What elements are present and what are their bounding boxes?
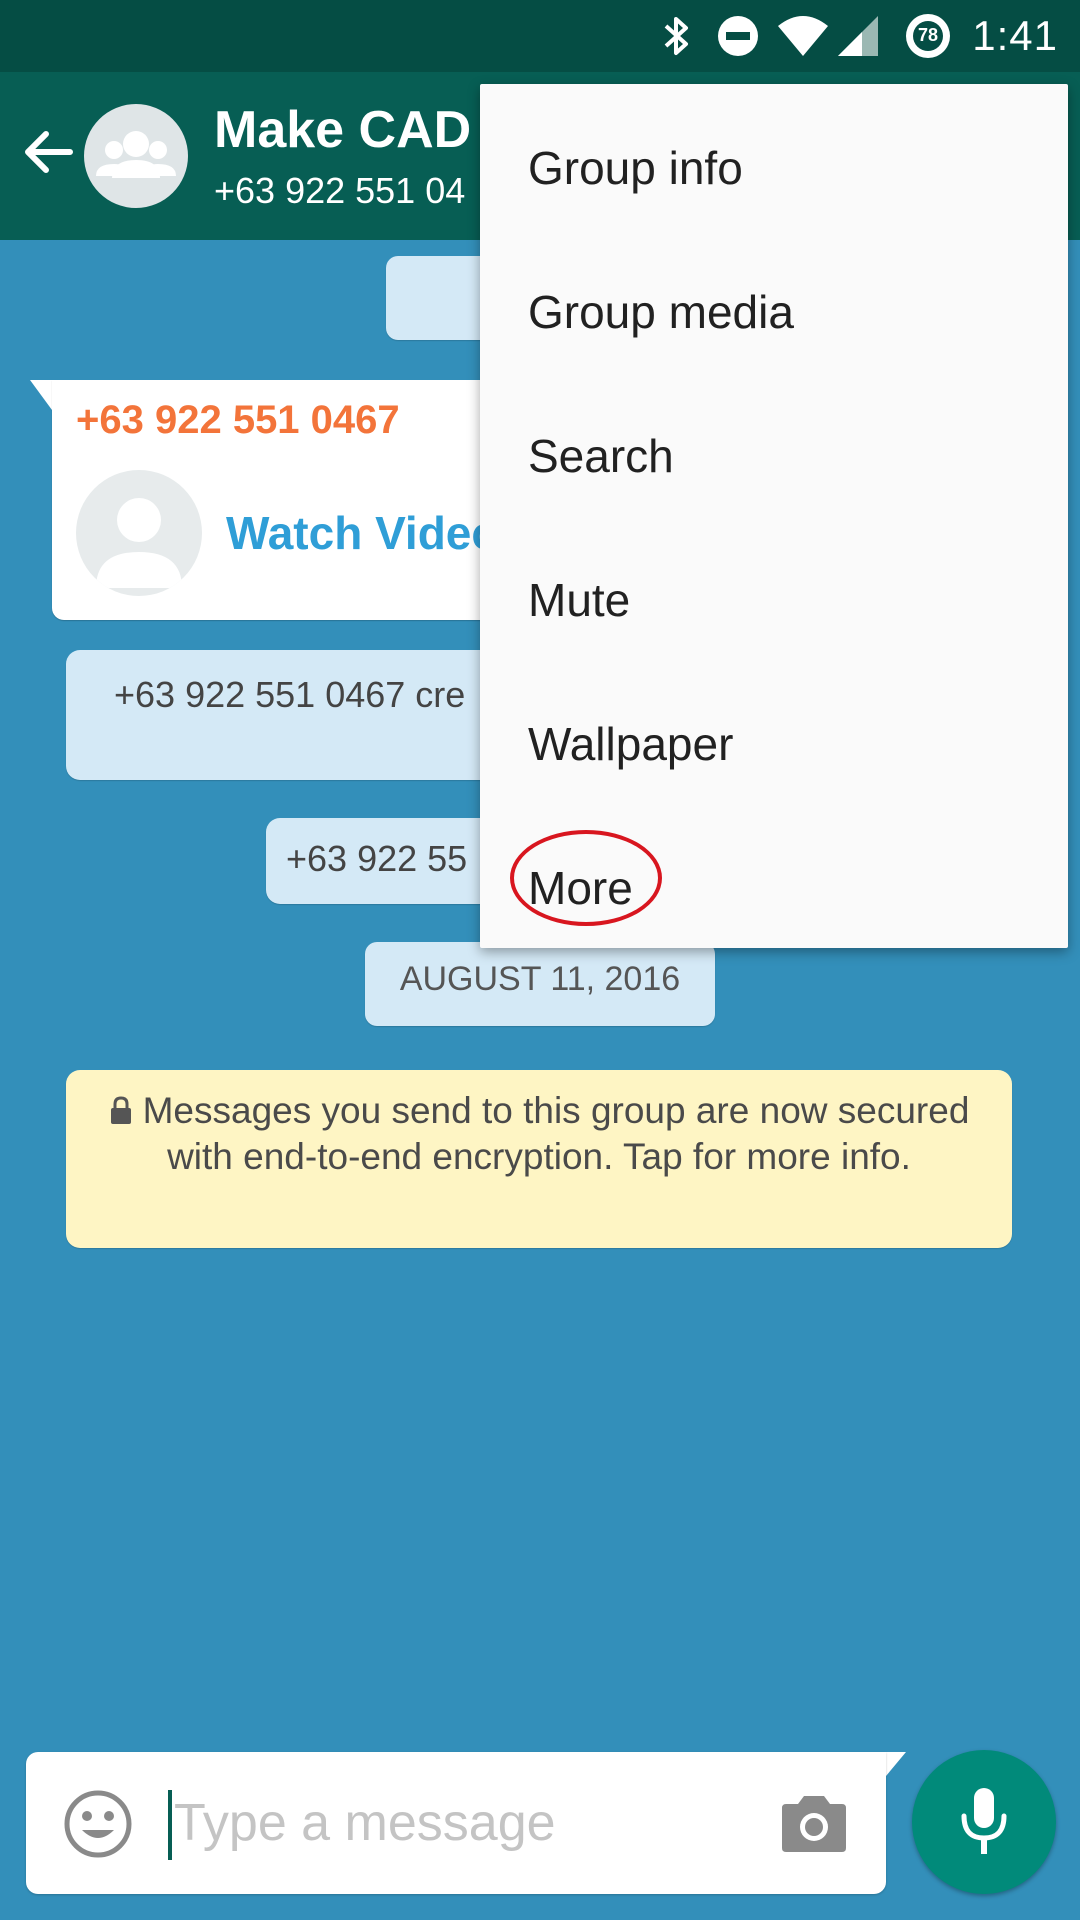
do-not-disturb-icon [716, 14, 760, 63]
lock-icon [110, 1096, 131, 1124]
menu-item-more[interactable]: More [480, 816, 1068, 960]
cell-signal-icon [836, 14, 880, 63]
encryption-notice-text: Messages you send to this group are now … [142, 1090, 970, 1177]
person-icon [96, 498, 182, 588]
menu-item-wallpaper[interactable]: Wallpaper [480, 672, 1068, 816]
back-button[interactable] [18, 122, 78, 182]
encryption-notice[interactable]: Messages you send to this group are now … [66, 1070, 1012, 1248]
message-composer [26, 1752, 886, 1894]
battery-level: 78 [917, 25, 939, 45]
sender-name[interactable]: +63 922 551 0467 [76, 398, 400, 443]
group-avatar[interactable] [84, 104, 188, 208]
menu-item-search[interactable]: Search [480, 384, 1068, 528]
status-time: 1:41 [972, 12, 1058, 59]
menu-item-group-media[interactable]: Group media [480, 240, 1068, 384]
highlight-circle [510, 830, 662, 926]
message-input[interactable] [174, 1778, 774, 1868]
emoji-button[interactable] [62, 1788, 134, 1860]
smiley-icon [64, 1790, 132, 1858]
voice-record-button[interactable] [912, 1750, 1056, 1894]
camera-button[interactable] [778, 1792, 850, 1856]
status-bar: 78 1:41 [0, 0, 1080, 72]
wifi-icon [778, 14, 828, 63]
overflow-menu: Group info Group media Search Mute Wallp… [480, 84, 1068, 948]
bubble-tail [30, 380, 52, 410]
contact-card-name[interactable]: Watch Video [226, 506, 499, 560]
microphone-icon [961, 1788, 1007, 1854]
text-cursor [168, 1790, 172, 1860]
group-icon [96, 131, 176, 178]
contact-avatar [76, 470, 202, 596]
camera-icon [782, 1796, 846, 1852]
chat-subtitle[interactable]: +63 922 551 04 [214, 170, 465, 212]
bluetooth-icon [662, 14, 692, 63]
menu-item-group-info[interactable]: Group info [480, 96, 1068, 240]
menu-item-mute[interactable]: Mute [480, 528, 1068, 672]
arrow-back-icon [25, 131, 73, 173]
